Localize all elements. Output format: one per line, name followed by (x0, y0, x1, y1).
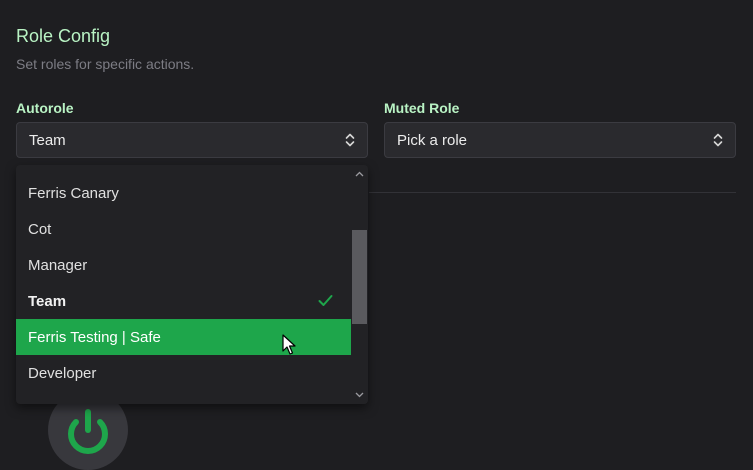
option-label: Developer (28, 364, 97, 382)
autorole-value: Team (29, 131, 66, 149)
dropdown-scrollbar[interactable] (351, 165, 368, 404)
page-subtitle: Set roles for specific actions. (16, 56, 195, 72)
option-label: Team (28, 292, 67, 310)
power-icon (68, 409, 108, 455)
page-title: Role Config (16, 26, 111, 46)
option-label: Manager (28, 256, 88, 274)
option-ferris-canary[interactable]: Ferris Canary (16, 175, 351, 211)
option-team[interactable]: Team (16, 283, 351, 319)
autorole-label: Autorole (16, 100, 74, 116)
muted-role-label: Muted Role (384, 100, 460, 116)
option-cot[interactable]: Cot (16, 211, 351, 247)
autorole-select[interactable]: Team (16, 122, 368, 158)
scroll-down-arrow-icon[interactable] (355, 392, 364, 398)
checkmark-icon (318, 295, 333, 306)
section-divider (369, 192, 736, 193)
option-label: Ferris Testing | Safe (28, 328, 161, 346)
arrow-cursor-icon (282, 334, 296, 355)
muted-role-placeholder: Pick a role (397, 131, 468, 149)
muted-role-select[interactable]: Pick a role (384, 122, 736, 158)
chevron-updown-icon (345, 133, 355, 147)
chevron-updown-icon (713, 133, 723, 147)
option-label: Ferris Canary (28, 184, 119, 202)
autorole-dropdown-menu[interactable]: Ferris Canary Cot Manager Team Ferris Te… (16, 165, 368, 404)
option-developer[interactable]: Developer (16, 355, 351, 391)
option-ferris-testing-safe[interactable]: Ferris Testing | Safe (16, 319, 351, 355)
option-label: Cot (28, 220, 52, 238)
option-manager[interactable]: Manager (16, 247, 351, 283)
scrollbar-thumb[interactable] (352, 230, 367, 324)
scroll-up-arrow-icon[interactable] (355, 171, 364, 177)
